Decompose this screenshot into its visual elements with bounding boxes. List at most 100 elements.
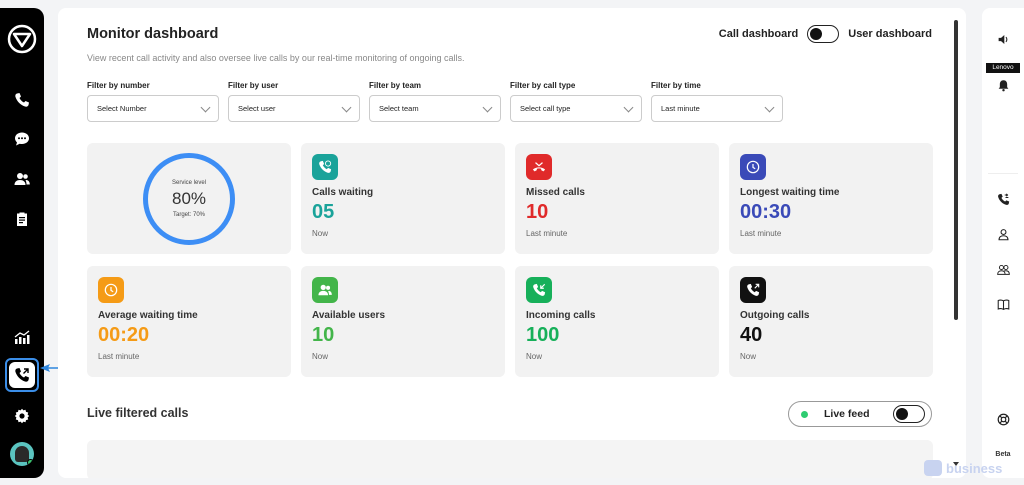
analytics-icon[interactable] [0, 325, 44, 349]
clock-icon [740, 154, 766, 180]
chevron-down-icon [623, 102, 634, 112]
incoming-calls-card: Incoming calls 100 Now [515, 266, 719, 377]
live-status-dot [801, 410, 808, 418]
card-title: Incoming calls [526, 310, 596, 321]
select-value: Last minute [661, 104, 700, 113]
service-level-value: 80% [171, 188, 207, 208]
card-value: 00:30 [740, 201, 792, 223]
missed-call-icon [526, 154, 552, 180]
filter-call-type: Filter by call type Select call type [510, 81, 642, 122]
card-sub: Last minute [98, 352, 140, 361]
select-value: Select call type [520, 104, 571, 113]
chat-icon[interactable] [0, 127, 44, 151]
service-level-label: Service level [171, 179, 206, 186]
settings-gear-icon[interactable] [0, 404, 44, 428]
stats-grid: Service level 80% Target: 70% Calls wait… [87, 143, 933, 377]
filter-user: Filter by user Select user [228, 81, 360, 122]
card-sub: Now [526, 352, 543, 361]
right-sidebar: Lenovo Beta [982, 8, 1024, 478]
page-subtitle: View recent call activity and also overs… [87, 53, 465, 63]
card-sub: Last minute [740, 229, 782, 238]
switch-knob [810, 27, 823, 40]
call-dashboard-label: Call dashboard [718, 28, 799, 40]
call-type-select[interactable]: Select call type [510, 95, 642, 122]
card-title: Average waiting time [98, 310, 198, 321]
beta-label: Beta [995, 451, 1011, 458]
card-sub: Last minute [526, 229, 568, 238]
team-select[interactable]: Select team [369, 95, 501, 122]
average-waiting-card: Average waiting time 00:20 Last minute [87, 266, 291, 377]
filter-label: Filter by team [369, 81, 422, 90]
business-watermark: business [924, 460, 1002, 476]
watermark-logo-icon [924, 460, 942, 476]
filter-label: Filter by time [651, 81, 701, 90]
incoming-call-icon [526, 277, 552, 303]
service-level-card: Service level 80% Target: 70% [87, 143, 291, 254]
app-logo-icon[interactable] [7, 24, 37, 54]
main-panel: Monitor dashboard View recent call activ… [58, 8, 966, 478]
card-value: 10 [312, 324, 335, 346]
clipboard-icon[interactable] [0, 207, 44, 231]
filter-label: Filter by user [228, 81, 279, 90]
service-level-target: Target: 70% [172, 211, 206, 218]
dashboard-switch[interactable] [807, 25, 840, 43]
monitor-call-icon [9, 362, 35, 388]
outgoing-calls-card: Outgoing calls 40 Now [729, 266, 933, 377]
user-select[interactable]: Select user [228, 95, 360, 122]
outgoing-call-icon [740, 277, 766, 303]
user-dashboard-label: User dashboard [848, 28, 932, 40]
card-value: 10 [526, 201, 549, 223]
chevron-down-icon [341, 102, 352, 112]
card-value: 40 [740, 324, 763, 346]
live-feed-switch[interactable] [893, 405, 925, 423]
card-value: 05 [312, 201, 335, 223]
card-sub: Now [740, 352, 757, 361]
card-value: 100 [526, 324, 560, 346]
live-feed-toggle[interactable]: Live feed [788, 401, 932, 427]
dashboard-toggle: Call dashboard User dashboard [719, 25, 932, 43]
card-sub: Now [312, 229, 329, 238]
filter-label: Filter by number [87, 81, 150, 90]
time-select[interactable]: Last minute [651, 95, 783, 122]
book-icon[interactable] [982, 295, 1024, 313]
chevron-down-icon [200, 102, 211, 112]
watermark-text: business [946, 460, 1003, 476]
number-select[interactable]: Select Number [87, 95, 219, 122]
left-sidebar [0, 8, 44, 478]
card-title: Outgoing calls [740, 310, 810, 321]
user-avatar[interactable] [10, 442, 34, 466]
contacts-icon[interactable] [0, 167, 44, 191]
switch-knob [896, 407, 908, 420]
filter-time: Filter by time Last minute [651, 81, 783, 122]
page-title: Monitor dashboard [87, 26, 219, 42]
lenovo-brand-badge: Lenovo [986, 63, 1020, 73]
card-value: 00:20 [98, 324, 150, 346]
card-sub: Now [312, 352, 329, 361]
card-title: Missed calls [526, 187, 585, 198]
service-level-ring: Service level 80% Target: 70% [143, 152, 235, 245]
speaker-icon[interactable] [982, 30, 1024, 48]
online-status-dot [27, 459, 34, 466]
users-icon [312, 277, 338, 303]
available-users-card: Available users 10 Now [301, 266, 505, 377]
divider [988, 173, 1018, 174]
team-icon[interactable] [982, 260, 1024, 278]
card-title: Calls waiting [312, 187, 374, 198]
bell-icon[interactable] [982, 76, 1024, 94]
select-value: Select user [238, 104, 276, 113]
monitor-dashboard-nav-active[interactable] [5, 358, 39, 392]
support-lifebuoy-icon[interactable] [982, 410, 1024, 428]
card-title: Longest waiting time [740, 187, 840, 198]
filter-number: Filter by number Select Number [87, 81, 219, 122]
chevron-down-icon [764, 102, 775, 112]
filter-label: Filter by call type [510, 81, 576, 90]
live-feed-label: Live feed [824, 408, 870, 420]
vertical-scrollbar[interactable] [954, 20, 958, 320]
filter-team: Filter by team Select team [369, 81, 501, 122]
filters-row: Filter by number Select Number Filter by… [87, 81, 783, 122]
phone-transfer-icon[interactable] [982, 190, 1024, 208]
phone-icon[interactable] [0, 88, 44, 112]
longest-waiting-card: Longest waiting time 00:30 Last minute [729, 143, 933, 254]
calls-waiting-card: Calls waiting 05 Now [301, 143, 505, 254]
user-icon[interactable] [982, 225, 1024, 243]
